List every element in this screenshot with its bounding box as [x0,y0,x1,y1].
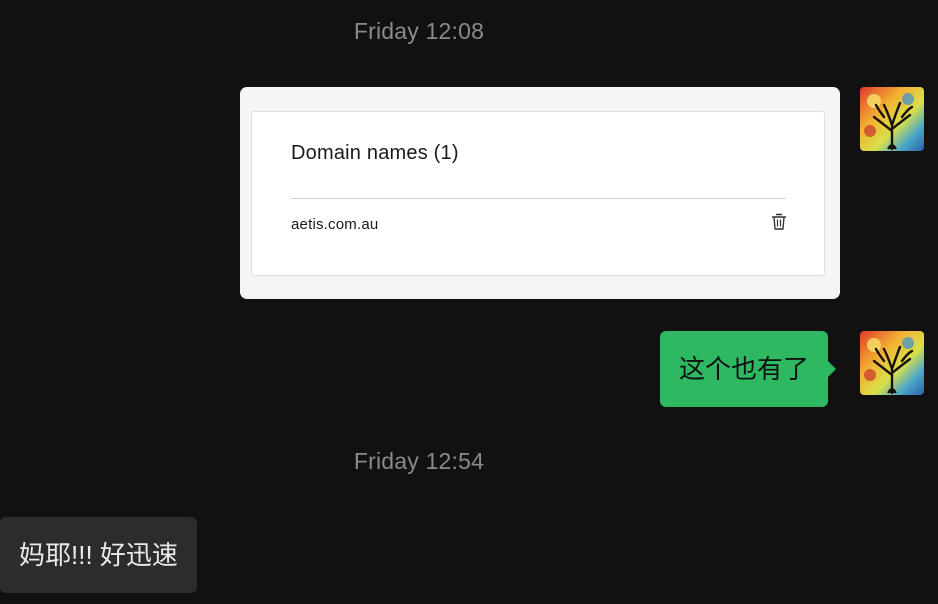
domain-name: aetis.com.au [291,216,379,233]
domain-card: Domain names (1) aetis.com.au [251,111,825,276]
chat-window: Friday 12:08 Domain names (1) aetis.com.… [0,0,938,604]
tree-of-life-avatar [860,87,924,151]
domain-card-title: Domain names (1) [291,142,459,164]
tree-of-life-avatar [860,331,924,395]
avatar[interactable] [860,87,924,151]
image-message[interactable]: Domain names (1) aetis.com.au [240,87,840,299]
divider [291,198,786,199]
message-timestamp: Friday 12:54 [353,448,485,474]
sent-message-bubble[interactable]: 这个也有了 [660,331,837,407]
trash-icon [771,213,787,230]
message-timestamp: Friday 12:08 [353,18,485,44]
received-message-bubble[interactable]: 妈耶!!! 好迅速 [0,517,197,593]
avatar[interactable] [860,331,924,395]
